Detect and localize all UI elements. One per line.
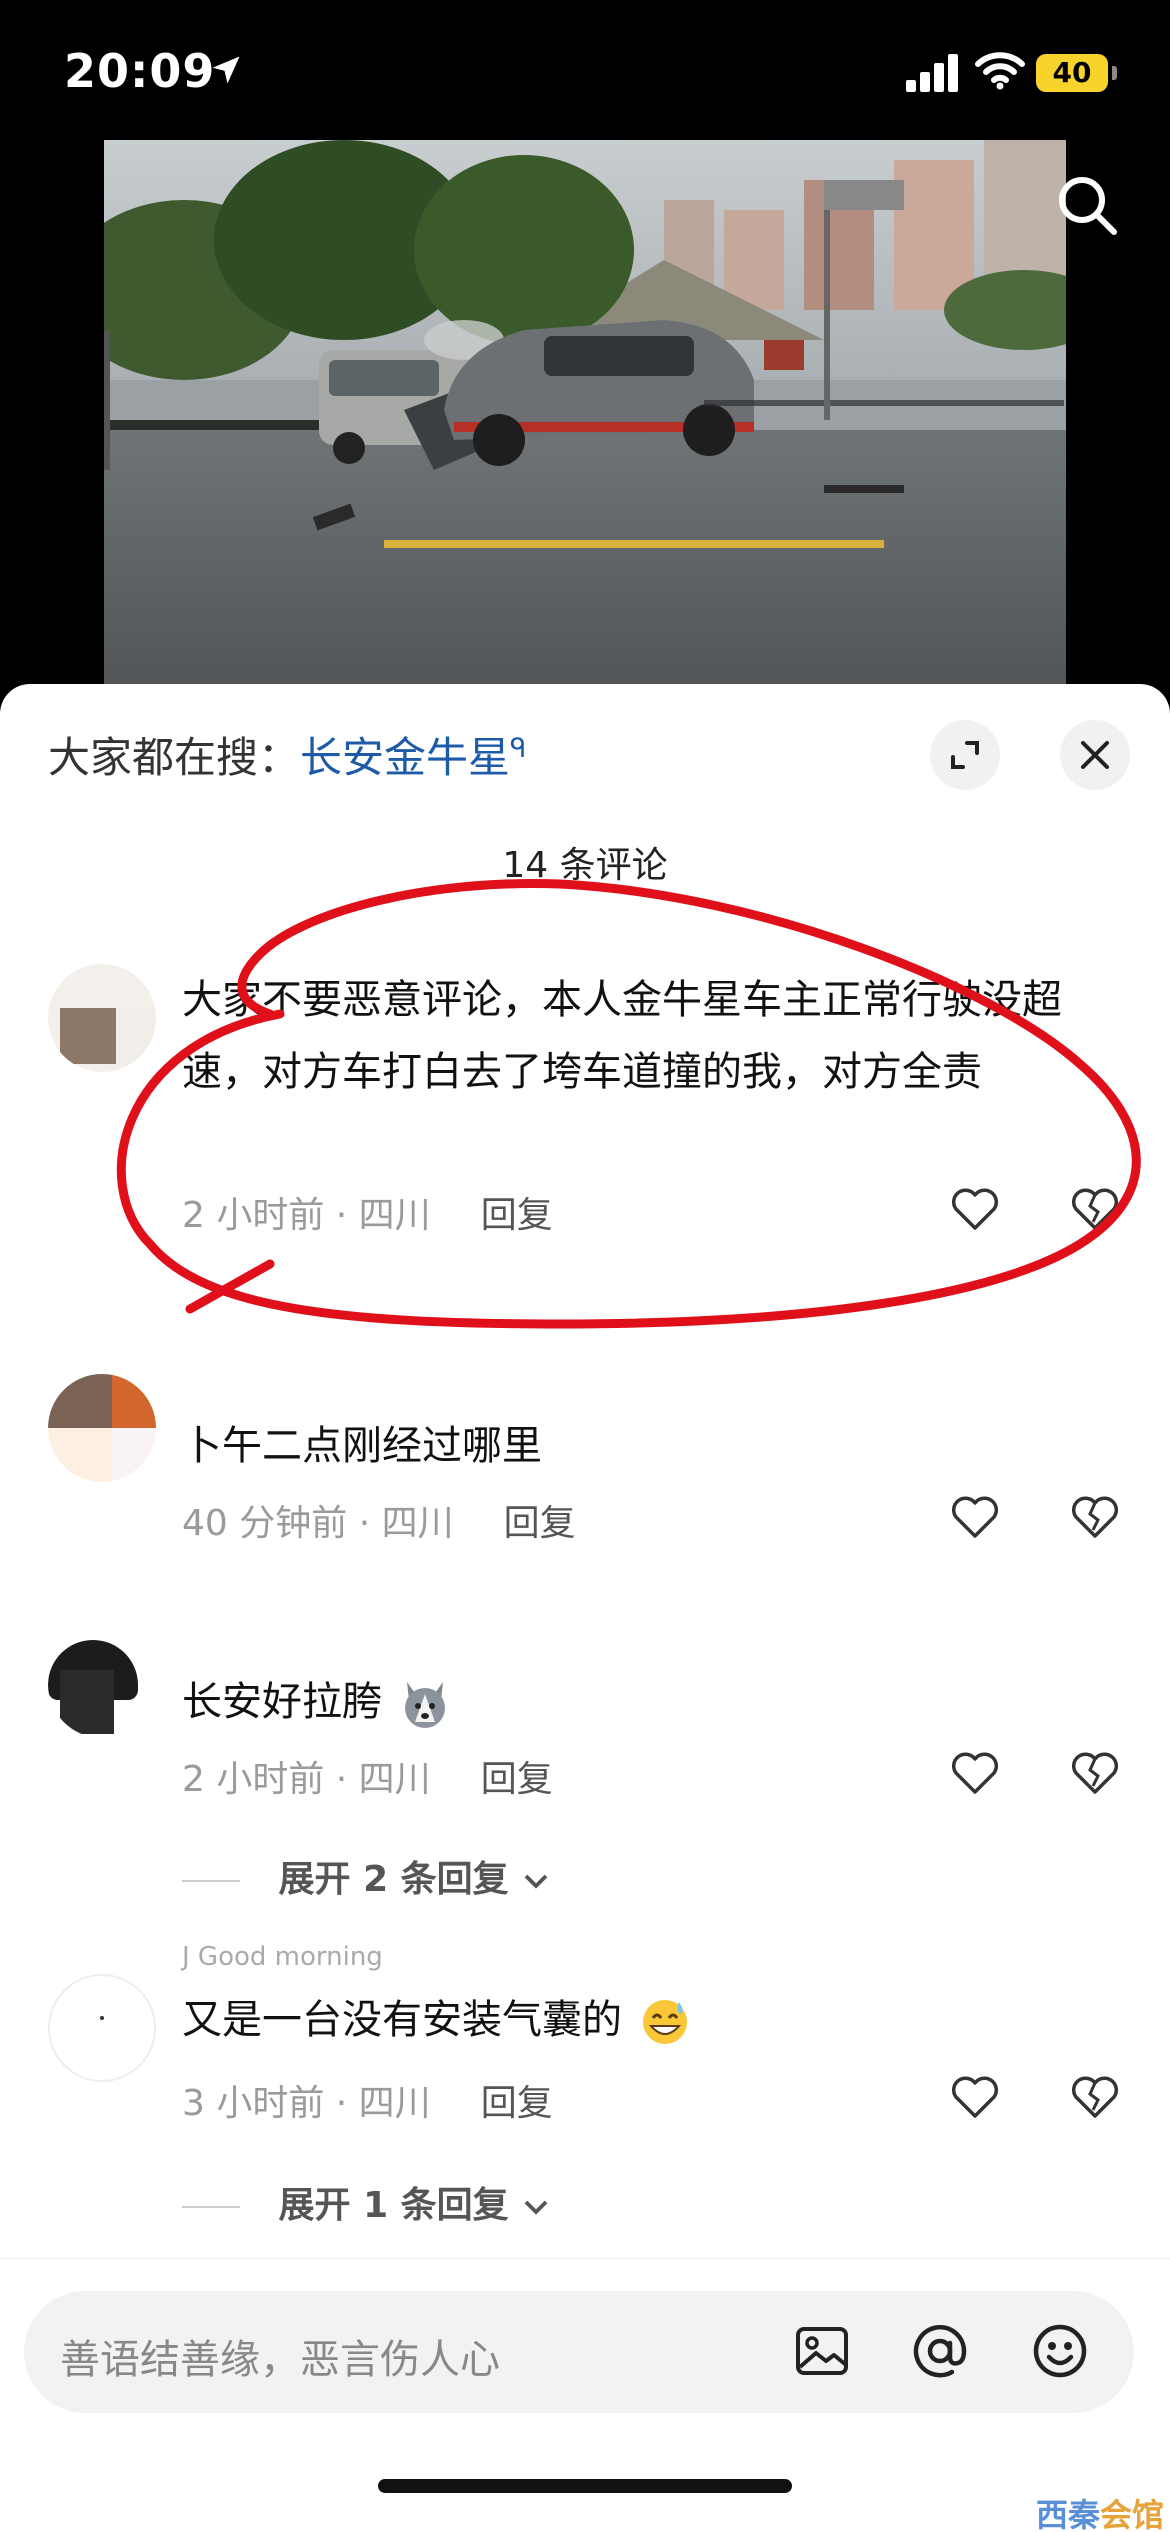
comment-input[interactable]: 善语结善缘，恶言伤人心 bbox=[24, 2291, 1134, 2413]
avatar[interactable] bbox=[48, 964, 156, 1072]
watermark-part2: 会馆 bbox=[1100, 2496, 1165, 2532]
wifi-icon bbox=[975, 52, 1025, 90]
expand-replies-label: 展开 1 条回复 bbox=[278, 2185, 509, 2226]
comment-text: 又是一台没有安装气囊的 bbox=[182, 1984, 1102, 2056]
comment-text: 卜午二点刚经过哪里 bbox=[182, 1423, 542, 1469]
reply-button[interactable]: 回复 bbox=[481, 2083, 553, 2124]
small-search-icon: ᑫ bbox=[510, 734, 527, 764]
heart-icon[interactable] bbox=[950, 1494, 1000, 1540]
emoji-icon[interactable] bbox=[1028, 2319, 1092, 2383]
comment-meta: 2 小时前 · 四川 回复 bbox=[182, 1750, 553, 1802]
reply-button[interactable]: 回复 bbox=[481, 1759, 553, 1800]
comment-meta: 2 小时前 · 四川 回复 bbox=[182, 1186, 553, 1238]
comment-text: 大家不要恶意评论，本人金牛星车主正常行驶没超速，对方车打白去了垮车道撞的我，对方… bbox=[182, 977, 1062, 1095]
battery-icon: 40 bbox=[1036, 54, 1117, 92]
broken-heart-icon[interactable] bbox=[1070, 1186, 1120, 1232]
close-icon bbox=[1081, 741, 1109, 769]
comment-time-location: 3 小时前 · 四川 bbox=[182, 2083, 431, 2124]
comment-time-location: 2 小时前 · 四川 bbox=[182, 1759, 431, 1800]
broken-heart-icon[interactable] bbox=[1070, 1494, 1120, 1540]
expand-button[interactable] bbox=[930, 720, 1000, 790]
search-suggestion-prefix: 大家都在搜： bbox=[48, 733, 301, 782]
expand-replies-label: 展开 2 条回复 bbox=[278, 1859, 509, 1900]
avatar[interactable] bbox=[48, 1630, 156, 1738]
grinning-sweat-emoji-icon bbox=[642, 2000, 687, 2044]
broken-heart-icon[interactable] bbox=[1070, 2074, 1120, 2120]
comment-count: 14 条评论 bbox=[502, 845, 668, 886]
home-indicator bbox=[378, 2479, 792, 2493]
comment-author-partial: J Good morning bbox=[182, 1942, 383, 1972]
broken-heart-icon[interactable] bbox=[1070, 1750, 1120, 1796]
comment-sheet: 大家都在搜：长安金牛星ᑫ 14 条评论 大家不要恶意评论，本人金牛星车主正常行驶… bbox=[0, 684, 1170, 2532]
close-button[interactable] bbox=[1060, 720, 1130, 790]
expand-replies-button[interactable]: 展开 1 条回复 bbox=[182, 2176, 551, 2228]
video-player[interactable] bbox=[104, 140, 1066, 700]
comment-text-content: 长安好拉胯 bbox=[182, 1679, 382, 1725]
crash-scene-image bbox=[104, 140, 1066, 700]
status-time: 20:09 bbox=[64, 44, 216, 98]
comment-meta: 3 小时前 · 四川 回复 bbox=[182, 2074, 553, 2126]
status-bar: 20:09 40 bbox=[0, 0, 1170, 140]
reply-button[interactable]: 回复 bbox=[481, 1195, 553, 1236]
watermark-logo: 西秦会馆 bbox=[1036, 2490, 1164, 2532]
image-icon[interactable] bbox=[790, 2319, 854, 2383]
search-suggestion[interactable]: 大家都在搜：长安金牛星ᑫ bbox=[48, 724, 526, 785]
chevron-down-icon bbox=[524, 2200, 548, 2215]
signal-icon bbox=[906, 52, 962, 92]
heart-icon[interactable] bbox=[950, 2074, 1000, 2120]
husky-emoji-icon bbox=[404, 1682, 445, 1728]
search-suggestion-keyword[interactable]: 长安金牛星 bbox=[300, 733, 510, 782]
heart-icon[interactable] bbox=[950, 1750, 1000, 1796]
comment-text-content: 又是一台没有安装气囊的 bbox=[182, 1997, 622, 2043]
red-circle-annotation bbox=[116, 879, 1141, 1329]
avatar[interactable] bbox=[48, 1974, 156, 2082]
comment-text: 长安好拉胯 bbox=[182, 1666, 1102, 1738]
search-icon[interactable] bbox=[1052, 170, 1122, 240]
avatar[interactable] bbox=[48, 1374, 156, 1482]
chevron-down-icon bbox=[524, 1874, 548, 1889]
comment-time-location: 40 分钟前 · 四川 bbox=[182, 1503, 454, 1544]
location-arrow-icon bbox=[212, 56, 240, 84]
heart-icon[interactable] bbox=[950, 1186, 1000, 1232]
comment-meta: 40 分钟前 · 四川 回复 bbox=[182, 1494, 576, 1546]
expand-replies-button[interactable]: 展开 2 条回复 bbox=[182, 1850, 551, 1902]
comment-input-placeholder: 善语结善缘，恶言伤人心 bbox=[60, 2337, 500, 2383]
comment-input-bar: 善语结善缘，恶言伤人心 bbox=[0, 2258, 1170, 2532]
comment-time-location: 2 小时前 · 四川 bbox=[182, 1195, 431, 1236]
at-icon[interactable] bbox=[908, 2319, 972, 2383]
expand-icon bbox=[951, 741, 979, 769]
watermark-part1: 西秦 bbox=[1036, 2496, 1101, 2532]
reply-button[interactable]: 回复 bbox=[504, 1503, 576, 1544]
